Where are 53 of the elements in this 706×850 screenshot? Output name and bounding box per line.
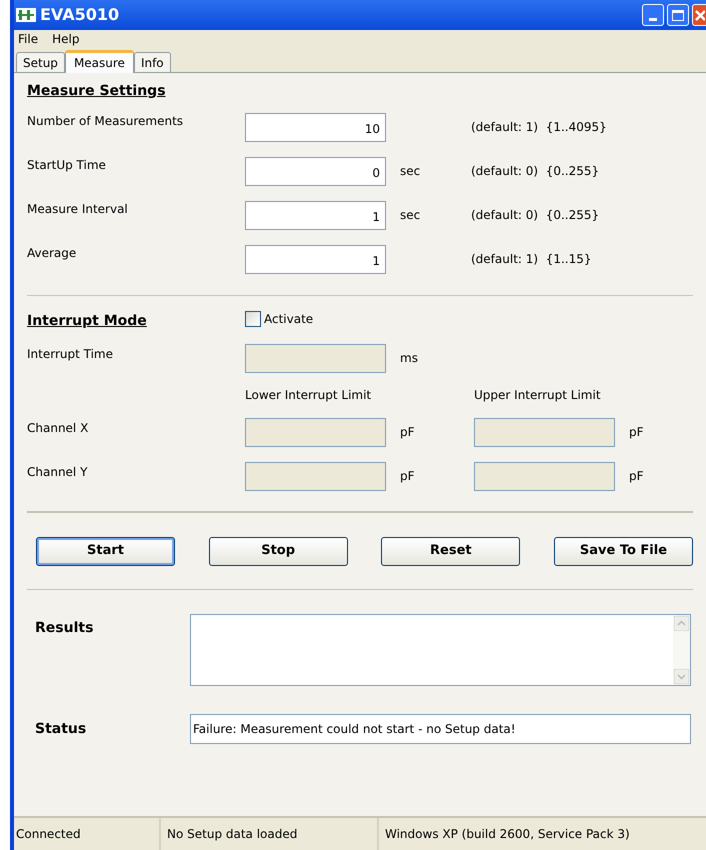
maximize-button[interactable] — [667, 4, 689, 26]
unit-label: sec — [400, 164, 420, 178]
field-label: Measure Interval — [27, 201, 129, 218]
input-field[interactable]: 10 — [245, 112, 386, 142]
unit-label: sec — [400, 208, 420, 222]
scrollbar[interactable] — [673, 615, 690, 685]
input-field[interactable]: 1 — [245, 200, 386, 230]
field-label: Channel Y — [27, 464, 88, 481]
column-header: Upper Interrupt Limit — [474, 387, 601, 404]
status-bar-item: Windows XP (build 2600, Service Pack 3) — [377, 818, 706, 850]
unit-label: ms — [399, 350, 418, 367]
window-title: EVA5010 — [40, 4, 120, 26]
field-label: StartUp Time — [27, 157, 107, 174]
field-label: Interrupt Time — [27, 346, 114, 363]
results-label: Results — [34, 619, 94, 638]
close-icon[interactable] — [694, 9, 704, 21]
status-field: Failure: Measurement could not start - no Setup data! — [190, 714, 691, 744]
range-hint: (default: 1) {1..15} — [471, 251, 592, 268]
scroll-up-icon[interactable] — [674, 616, 689, 631]
tab[interactable]: Info — [134, 52, 171, 72]
checkbox-label: Activate — [264, 311, 314, 328]
field-label: Channel X — [27, 420, 90, 437]
results-box[interactable] — [190, 614, 691, 686]
range-hint: (default: 0) {0..255} — [471, 163, 600, 180]
button[interactable]: Save To File — [554, 536, 693, 566]
menu-item[interactable]: File — [16, 30, 40, 48]
tab[interactable]: Setup — [16, 52, 65, 72]
scroll-down-icon[interactable] — [674, 669, 689, 684]
close-button[interactable] — [692, 4, 706, 26]
input-field[interactable]: 1 — [245, 244, 386, 274]
field-label: Number of Measurements — [27, 113, 184, 130]
button[interactable]: Stop — [208, 536, 348, 566]
range-hint: (default: 0) {0..255} — [471, 207, 600, 224]
unit-label: pF — [399, 468, 416, 485]
status-label: Status — [34, 720, 88, 738]
unit-label: pF — [628, 468, 644, 485]
checkbox[interactable] — [245, 311, 261, 327]
status-bar-item: No Setup data loaded — [159, 818, 377, 850]
button[interactable]: Start — [36, 536, 175, 566]
status-bar-item: Connected — [15, 826, 82, 843]
input-field[interactable]: 0 — [245, 156, 386, 186]
unit-label: pF — [399, 424, 416, 441]
field-label: Average — [27, 245, 78, 262]
button[interactable]: Reset — [381, 536, 520, 566]
menu-item[interactable]: Help — [50, 30, 82, 48]
minimize-button[interactable] — [642, 4, 664, 26]
unit-label: pF — [628, 424, 644, 441]
column-header: Lower Interrupt Limit — [245, 387, 372, 404]
app-logo-icon — [16, 8, 36, 22]
section-heading: Interrupt Mode — [27, 312, 148, 330]
range-hint: (default: 1) {1..4095} — [471, 119, 607, 136]
tab[interactable]: Measure — [64, 50, 134, 73]
section-heading: Measure Settings — [27, 82, 167, 101]
